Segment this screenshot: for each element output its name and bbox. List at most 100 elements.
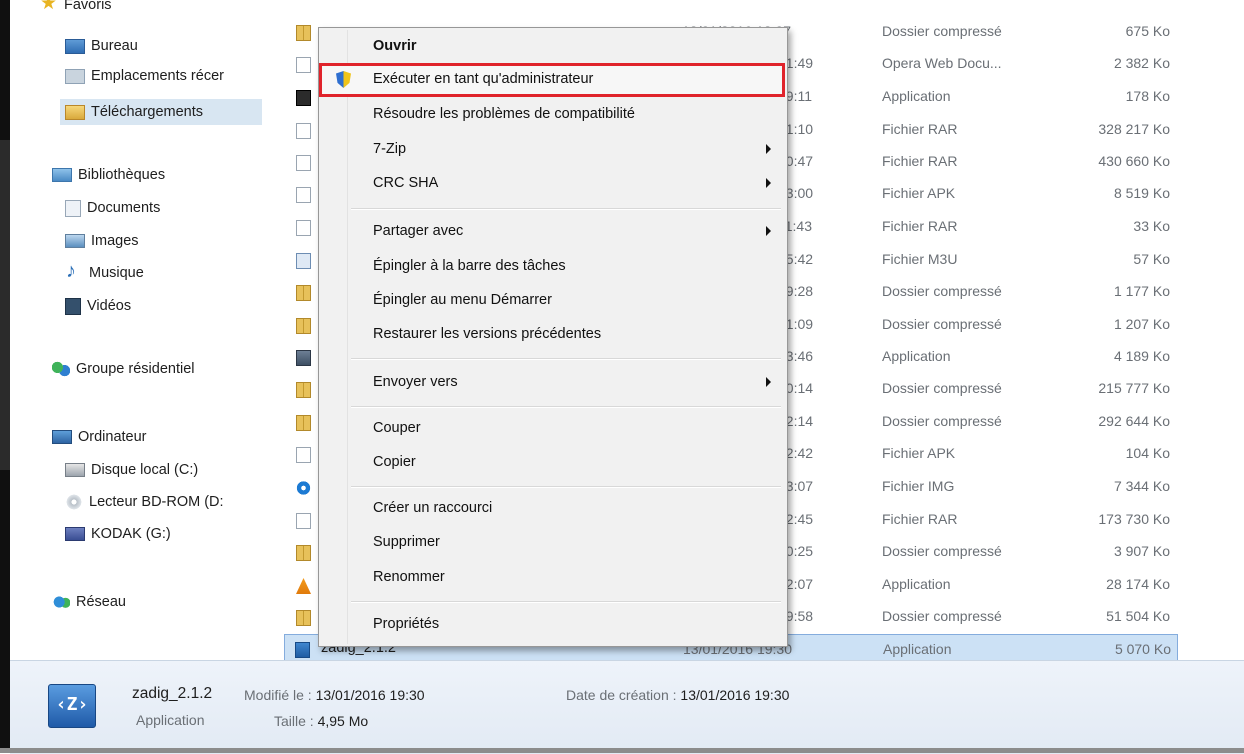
details-modified-value: 13/01/2016 19:30 (315, 687, 425, 703)
menu-item-7zip[interactable]: 7-Zip (321, 135, 783, 165)
file-type: Application (882, 576, 951, 592)
nav-label: Lecteur BD-ROM (D: (89, 494, 224, 510)
usb-drive-icon (65, 527, 85, 541)
file-size: 2 382 Ko (1113, 55, 1170, 71)
file-size: 51 504 Ko (1106, 608, 1170, 624)
music-icon (65, 258, 83, 284)
menu-item-label: Ouvrir (373, 38, 417, 54)
nav-libraries[interactable]: Bibliothèques (52, 162, 165, 188)
file-icon (296, 187, 311, 203)
file-size: 3 907 Ko (1113, 543, 1170, 559)
vlc-cone-icon (296, 578, 311, 594)
nav-documents[interactable]: Documents (65, 195, 160, 221)
disc-image-icon (296, 480, 311, 496)
uac-shield-icon (336, 71, 351, 88)
file-type: Fichier RAR (882, 121, 958, 137)
menu-item-send-to[interactable]: Envoyer vers (321, 368, 783, 398)
zip-folder-icon (296, 382, 311, 398)
file-size: 28 174 Ko (1106, 576, 1170, 592)
nav-recent-places[interactable]: Emplacements récer (65, 63, 224, 89)
details-size-label: Taille : (274, 713, 314, 729)
menu-item-cut[interactable]: Couper (321, 414, 783, 444)
menu-item-crc-sha[interactable]: CRC SHA (321, 169, 783, 199)
window-left-edge (0, 0, 10, 753)
nav-label: Ordinateur (78, 429, 147, 445)
file-size: 430 660 Ko (1098, 153, 1170, 169)
menu-item-label: Épingler au menu Démarrer (373, 292, 552, 308)
file-type: Dossier compressé (882, 283, 1002, 299)
nav-kodak[interactable]: KODAK (G:) (65, 521, 171, 547)
zip-folder-icon (296, 545, 311, 561)
nav-label: Groupe résidentiel (76, 361, 195, 377)
navigation-pane: Favoris Bureau Emplacements récer Téléch… (10, 0, 262, 660)
zadig-large-icon: ‹Z› (48, 684, 96, 728)
file-size: 5 070 Ko (1114, 641, 1171, 657)
menu-item-label: Renommer (373, 569, 445, 585)
details-size-value: 4,95 Mo (317, 713, 369, 729)
menu-item-restore-versions[interactable]: Restaurer les versions précédentes (321, 320, 783, 350)
menu-item-open[interactable]: Ouvrir (321, 32, 783, 62)
downloads-folder-icon (65, 104, 85, 120)
menu-item-label: Envoyer vers (373, 374, 458, 390)
nav-local-disk[interactable]: Disque local (C:) (65, 457, 198, 483)
file-size: 33 Ko (1133, 218, 1170, 234)
submenu-arrow-icon (766, 144, 771, 154)
menu-item-pin-taskbar[interactable]: Épingler à la barre des tâches (321, 252, 783, 282)
file-type: Dossier compressé (882, 608, 1002, 624)
nav-bd-rom[interactable]: Lecteur BD-ROM (D: (65, 489, 224, 515)
file-icon (296, 220, 311, 236)
nav-desktop[interactable]: Bureau (65, 33, 138, 59)
nav-downloads[interactable]: Téléchargements (60, 99, 262, 125)
nav-videos[interactable]: Vidéos (65, 293, 131, 319)
nav-label: Bibliothèques (78, 167, 166, 183)
nav-computer[interactable]: Ordinateur (52, 424, 147, 450)
zadig-icon-glyph: ‹Z› (55, 694, 89, 715)
menu-item-compatibility[interactable]: Résoudre les problèmes de compatibilité (321, 100, 783, 130)
file-size: 215 777 Ko (1098, 380, 1170, 396)
menu-item-share-with[interactable]: Partager avec (321, 217, 783, 247)
file-size: 1 207 Ko (1113, 316, 1170, 332)
details-created-label: Date de création : (566, 687, 677, 703)
window-edge-shadow (0, 140, 10, 470)
details-modified-label: Modifié le : (244, 687, 312, 703)
file-size: 104 Ko (1125, 445, 1170, 461)
menu-item-label: Copier (373, 454, 416, 470)
nav-network[interactable]: Réseau (52, 589, 126, 615)
zip-folder-icon (296, 415, 311, 431)
nav-images[interactable]: Images (65, 228, 139, 254)
nav-label: Favoris (64, 0, 112, 13)
menu-item-copy[interactable]: Copier (321, 448, 783, 478)
menu-item-delete[interactable]: Supprimer (321, 528, 783, 558)
file-size: 292 644 Ko (1098, 413, 1170, 429)
nav-homegroup[interactable]: Groupe résidentiel (52, 356, 195, 382)
menu-separator (351, 486, 781, 488)
menu-item-label: Épingler à la barre des tâches (373, 258, 566, 274)
menu-item-label: Restaurer les versions précédentes (373, 326, 602, 342)
submenu-arrow-icon (766, 377, 771, 387)
file-size: 8 519 Ko (1113, 185, 1170, 201)
file-type: Dossier compressé (882, 413, 1002, 429)
documents-icon (65, 199, 81, 217)
menu-item-pin-start[interactable]: Épingler au menu Démarrer (321, 286, 783, 316)
file-type: Fichier APK (882, 445, 956, 461)
menu-item-rename[interactable]: Renommer (321, 563, 783, 593)
computer-icon (52, 430, 72, 444)
details-file-name: zadig_2.1.2 (132, 685, 213, 702)
file-icon (296, 57, 311, 73)
file-type: Application (882, 348, 951, 364)
nav-music[interactable]: Musique (65, 258, 144, 286)
images-icon (65, 234, 85, 248)
details-size: Taille : 4,95 Mo (274, 713, 368, 729)
file-type: Fichier M3U (882, 251, 958, 267)
menu-item-properties[interactable]: Propriétés (321, 610, 783, 640)
network-icon (52, 594, 70, 610)
zip-folder-icon (296, 610, 311, 626)
file-type: Fichier IMG (882, 478, 955, 494)
menu-item-create-shortcut[interactable]: Créer un raccourci (321, 494, 783, 524)
file-icon (296, 155, 311, 171)
menu-item-run-as-admin[interactable]: Exécuter en tant qu'administrateur (319, 63, 785, 97)
menu-item-label: 7-Zip (373, 141, 407, 157)
file-size: 7 344 Ko (1113, 478, 1170, 494)
file-size: 1 177 Ko (1113, 283, 1170, 299)
nav-favorites[interactable]: Favoris (40, 0, 112, 18)
